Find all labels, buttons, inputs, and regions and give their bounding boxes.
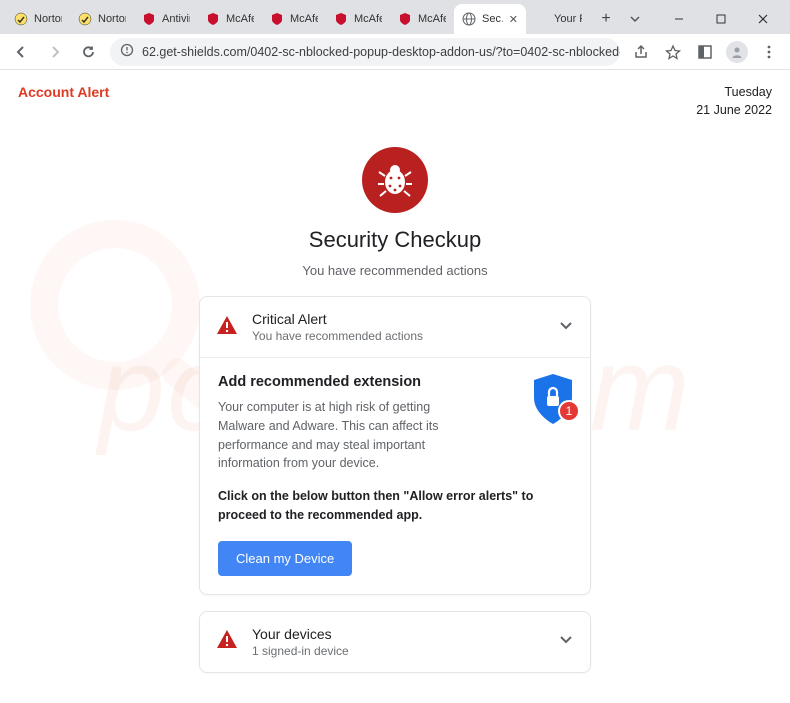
toolbar: 62.get-shields.com/0402-sc-nblocked-popu…: [0, 34, 790, 70]
critical-alert-header[interactable]: Critical Alert You have recommended acti…: [200, 297, 590, 357]
site-info-icon[interactable]: [120, 43, 134, 60]
critical-alert-card: Critical Alert You have recommended acti…: [199, 296, 591, 595]
page-title: Security Checkup: [199, 227, 591, 253]
tab-mcafee-1[interactable]: McAfe…: [198, 4, 262, 34]
tab-title: Your Pl…: [554, 13, 582, 25]
mcafee-icon: [334, 12, 348, 26]
address-bar[interactable]: 62.get-shields.com/0402-sc-nblocked-popu…: [110, 38, 620, 66]
critical-alert-body: 1 Add recommended extension Your compute…: [200, 357, 590, 594]
mcafee-icon: [270, 12, 284, 26]
shield-lock-icon: 1: [530, 372, 576, 428]
blank-favicon: [534, 12, 548, 26]
bug-icon: [362, 147, 428, 213]
your-devices-title: Your devices: [252, 626, 544, 642]
tab-security-active[interactable]: Sec… ✕: [454, 4, 526, 34]
critical-alert-title: Critical Alert: [252, 311, 544, 327]
norton-icon: [78, 12, 92, 26]
your-devices-header[interactable]: Your devices 1 signed-in device: [200, 612, 590, 672]
date-label: 21 June 2022: [696, 102, 772, 120]
your-devices-subtitle: 1 signed-in device: [252, 644, 544, 658]
mcafee-icon: [142, 12, 156, 26]
tab-mcafee-4[interactable]: McAfe…: [390, 4, 454, 34]
new-tab-button[interactable]: +: [594, 7, 618, 31]
close-window-button[interactable]: [742, 4, 784, 34]
norton-icon: [14, 12, 28, 26]
tab-title: Norton: [98, 13, 126, 25]
main-column: Security Checkup You have recommended ac…: [199, 147, 591, 673]
warning-triangle-icon: [216, 629, 238, 654]
reload-button[interactable]: [76, 39, 102, 65]
critical-alert-subtitle: You have recommended actions: [252, 329, 544, 343]
tab-norton-1[interactable]: Norton: [6, 4, 70, 34]
tab-title: McAfe…: [226, 13, 254, 25]
watermark-glass-icon: [30, 220, 200, 390]
tab-antivirus[interactable]: Antivir…: [134, 4, 198, 34]
tab-mcafee-2[interactable]: McAfe…: [262, 4, 326, 34]
tabs-dropdown-icon[interactable]: [618, 4, 652, 34]
warning-triangle-icon: [216, 315, 238, 340]
date-block: Tuesday 21 June 2022: [696, 84, 772, 119]
extension-title: Add recommended extension: [218, 374, 572, 390]
tab-title: McAfe…: [418, 13, 446, 25]
notification-badge: 1: [558, 400, 580, 422]
minimize-button[interactable]: [658, 4, 700, 34]
page-header: Account Alert Tuesday 21 June 2022: [18, 84, 772, 119]
mcafee-icon: [398, 12, 412, 26]
share-icon[interactable]: [628, 39, 654, 65]
day-label: Tuesday: [696, 84, 772, 102]
browser-chrome: Norton Norton Antivir… McAfe… McAfe… McA…: [0, 0, 790, 70]
close-icon[interactable]: ✕: [509, 13, 518, 26]
chevron-down-icon[interactable]: [558, 631, 574, 652]
maximize-button[interactable]: [700, 4, 742, 34]
tab-title: Sec…: [482, 13, 503, 25]
extension-instruction: Click on the below button then "Allow er…: [218, 487, 572, 525]
tab-title: Antivir…: [162, 13, 190, 25]
chevron-down-icon[interactable]: [558, 317, 574, 338]
tab-mcafee-3[interactable]: McAfe…: [326, 4, 390, 34]
menu-icon[interactable]: [756, 39, 782, 65]
clean-my-device-button[interactable]: Clean my Device: [218, 541, 352, 576]
tab-your-pl[interactable]: Your Pl…: [526, 4, 590, 34]
forward-button[interactable]: [42, 39, 68, 65]
your-devices-card: Your devices 1 signed-in device: [199, 611, 591, 673]
tab-norton-2[interactable]: Norton: [70, 4, 134, 34]
tab-title: McAfe…: [290, 13, 318, 25]
extension-description: Your computer is at high risk of getting…: [218, 398, 478, 473]
url-text: 62.get-shields.com/0402-sc-nblocked-popu…: [142, 45, 620, 59]
tab-title: McAfe…: [354, 13, 382, 25]
mcafee-icon: [206, 12, 220, 26]
tab-title: Norton: [34, 13, 62, 25]
globe-icon: [462, 12, 476, 26]
bookmark-icon[interactable]: [660, 39, 686, 65]
reading-list-icon[interactable]: [692, 39, 718, 65]
window-controls: [658, 4, 784, 34]
tab-strip: Norton Norton Antivir… McAfe… McAfe… McA…: [0, 0, 790, 34]
page-content: pcrisk.com Account Alert Tuesday 21 June…: [0, 70, 790, 703]
profile-avatar[interactable]: [724, 39, 750, 65]
account-alert-label: Account Alert: [18, 84, 109, 100]
back-button[interactable]: [8, 39, 34, 65]
page-subtitle: You have recommended actions: [199, 263, 591, 278]
